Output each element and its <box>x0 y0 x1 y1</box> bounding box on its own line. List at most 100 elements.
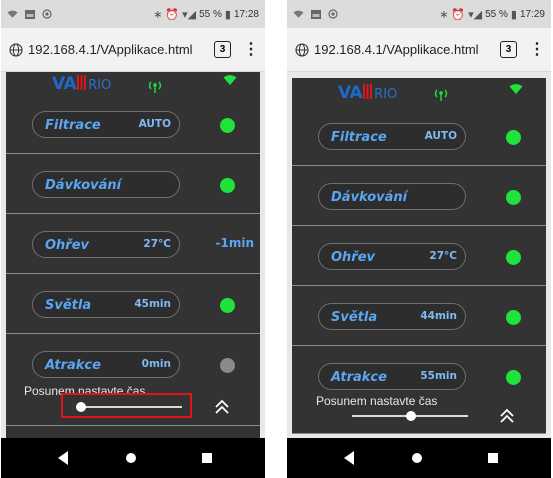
atrakce-button[interactable]: Atrakce 0min <box>32 351 180 378</box>
signal-icon: ▾◢ <box>182 8 197 21</box>
bluetooth-icon: ∗ <box>439 8 449 21</box>
row-label: Ohřev <box>45 238 90 253</box>
tabs-icon[interactable]: 3 <box>214 41 231 58</box>
image-icon <box>311 9 321 19</box>
url-text[interactable]: 192.168.4.1/VApplikace.html <box>28 42 210 57</box>
nav-recent-icon[interactable] <box>488 453 498 463</box>
row-label: Světla <box>331 310 378 325</box>
nav-home-icon[interactable] <box>126 453 136 463</box>
row-value: 27°C <box>143 238 171 250</box>
row-label: Atrakce <box>331 370 387 385</box>
alarm-icon: ⏰ <box>165 8 180 21</box>
page-content: VA RIO Filtrace AUTO Dávkování Ohřev 27°… <box>1 72 265 438</box>
filtrace-button[interactable]: Filtrace AUTO <box>318 123 466 150</box>
logo-bars <box>363 84 373 99</box>
ohrev-button[interactable]: Ohřev 27°C <box>32 231 180 258</box>
control-row-filtrace: Filtrace AUTO <box>6 94 260 154</box>
row-value: AUTO <box>424 130 457 142</box>
status-indicator <box>506 250 521 265</box>
vario-app-panel: VA RIO Filtrace AUTO Dávkování Ohřev 27°… <box>6 72 260 438</box>
atrakce-button[interactable]: Atrakce 55min <box>318 363 466 390</box>
davkovani-button[interactable]: Dávkování <box>318 183 466 210</box>
row-value: 27°C <box>429 250 457 262</box>
slider-label: Posunem nastavte čas <box>316 394 438 408</box>
row-label: Dávkování <box>331 190 408 205</box>
slider-thumb[interactable] <box>406 411 416 421</box>
control-row-svetla: Světla 45min <box>6 274 260 334</box>
svetla-button[interactable]: Světla 44min <box>318 303 466 330</box>
status-indicator <box>506 310 521 325</box>
ohrev-button[interactable]: Ohřev 27°C <box>318 243 466 270</box>
svetla-button[interactable]: Světla 45min <box>32 291 180 318</box>
battery-icon: ▮ <box>510 8 517 21</box>
time-slider-section: Posunem nastavte čas <box>292 388 546 440</box>
nav-back-icon[interactable] <box>344 451 354 465</box>
kebab-menu-icon[interactable]: ⋮ <box>243 41 259 58</box>
davkovani-button[interactable]: Dávkování <box>32 171 180 198</box>
row-label: Filtrace <box>331 130 387 145</box>
nav-home-icon[interactable] <box>412 453 422 463</box>
clock: 17:29 <box>519 8 545 20</box>
row-status-text: -1min <box>215 236 255 250</box>
control-row-svetla: Světla 44min <box>292 286 546 346</box>
page-content: VA RIO Filtrace AUTO Dávkování Ohřev 27°… <box>287 72 551 438</box>
control-row-davkovani: Dávkování <box>292 166 546 226</box>
battery-percent: 55 % <box>485 8 508 20</box>
record-icon <box>42 9 52 19</box>
control-row-atrakce: Atrakce 0min <box>6 334 260 378</box>
row-value: 44min <box>420 310 457 322</box>
row-value: 0min <box>141 358 171 370</box>
slider-highlight-box <box>61 393 192 418</box>
row-value: 45min <box>134 298 171 310</box>
battery-icon: ▮ <box>224 8 231 21</box>
android-nav-bar <box>287 438 551 478</box>
status-indicator <box>506 130 521 145</box>
kebab-menu-icon[interactable]: ⋮ <box>529 41 545 58</box>
clock: 17:28 <box>233 8 259 20</box>
row-divider <box>6 425 260 426</box>
bluetooth-icon: ∗ <box>153 8 163 21</box>
control-row-filtrace: Filtrace AUTO <box>292 106 546 166</box>
wifi-status-icon <box>223 75 237 85</box>
row-value: 55min <box>420 370 457 382</box>
phone-screen-left: ∗ ⏰ ▾◢ 55 % ▮ 17:28 192.168.4.1/VApplika… <box>1 0 265 478</box>
collapse-up-icon[interactable] <box>213 398 231 416</box>
filtrace-button[interactable]: Filtrace AUTO <box>32 111 180 138</box>
status-indicator <box>506 190 521 205</box>
nav-recent-icon[interactable] <box>202 453 212 463</box>
status-indicator <box>220 178 235 193</box>
row-divider <box>292 433 546 434</box>
time-slider-section: Posunem nastavte čas <box>6 376 260 436</box>
alarm-icon: ⏰ <box>451 8 466 21</box>
row-label: Dávkování <box>45 178 122 193</box>
browser-url-bar[interactable]: 192.168.4.1/VApplikace.html 3 ⋮ <box>287 28 551 72</box>
signal-icon: ▾◢ <box>468 8 483 21</box>
vario-logo: VA RIO <box>52 74 112 94</box>
collapse-up-icon[interactable] <box>498 407 516 425</box>
status-bar: ∗ ⏰ ▾◢ 55 % ▮ 17:28 <box>1 0 265 28</box>
status-indicator <box>220 358 235 373</box>
android-nav-bar <box>1 438 265 478</box>
record-icon <box>328 9 338 19</box>
control-row-davkovani: Dávkování <box>6 154 260 214</box>
control-row-ohrev: Ohřev 27°C <box>292 226 546 286</box>
row-label: Světla <box>45 298 92 313</box>
row-value: AUTO <box>138 118 171 130</box>
logo-bars <box>77 75 87 90</box>
status-indicator <box>220 298 235 313</box>
app-header: VA RIO <box>292 78 546 106</box>
control-row-atrakce: Atrakce 55min <box>292 346 546 390</box>
battery-percent: 55 % <box>199 8 222 20</box>
globe-icon <box>9 42 23 57</box>
vario-app-panel: VA RIO Filtrace AUTO Dávkování Ohřev 27°… <box>292 78 546 434</box>
row-label: Filtrace <box>45 118 101 133</box>
image-icon <box>25 9 35 19</box>
nav-back-icon[interactable] <box>58 451 68 465</box>
wifi-status-icon <box>509 84 523 94</box>
wifi-icon <box>7 10 18 18</box>
antenna-icon <box>434 89 448 101</box>
phone-screen-right: ∗ ⏰ ▾◢ 55 % ▮ 17:29 192.168.4.1/VApplika… <box>287 0 551 478</box>
tabs-icon[interactable]: 3 <box>500 41 517 58</box>
browser-url-bar[interactable]: 192.168.4.1/VApplikace.html 3 ⋮ <box>1 28 265 72</box>
url-text[interactable]: 192.168.4.1/VApplikace.html <box>314 42 496 57</box>
